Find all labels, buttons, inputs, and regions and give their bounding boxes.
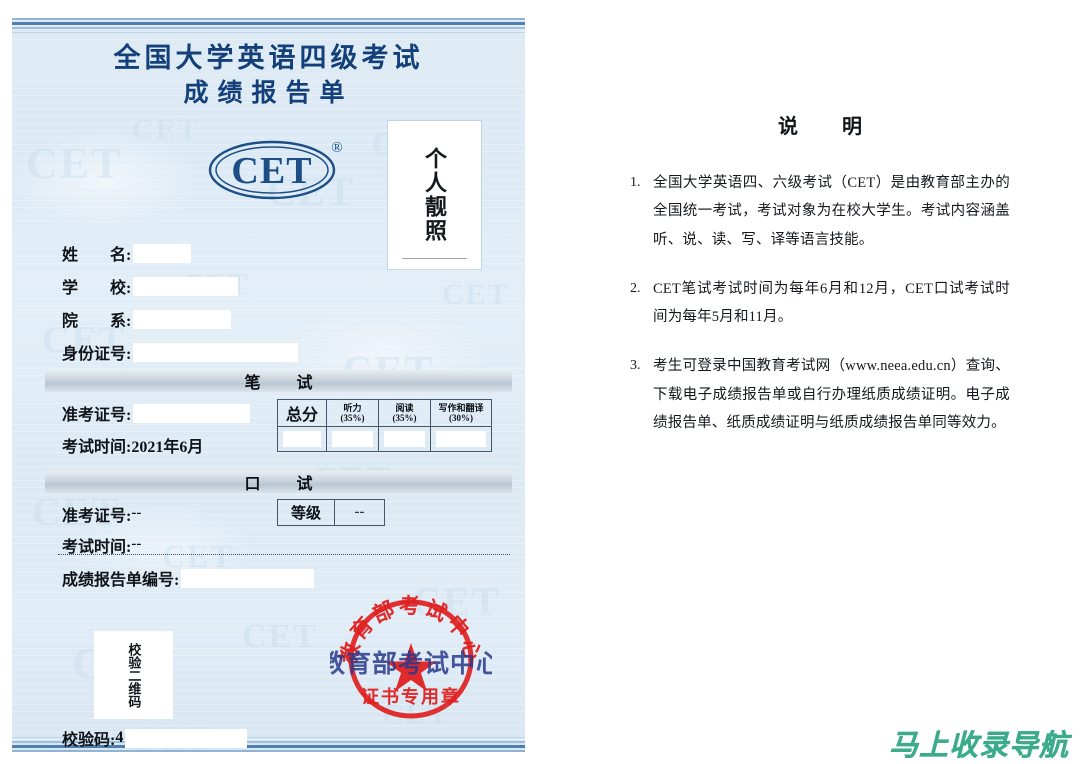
id-number-field-row: 身份证号: [62, 339, 482, 365]
score-value-reading [378, 426, 431, 452]
site-watermark: 马上收录导航 [889, 730, 1070, 762]
written-date-row: 考试时间: 2021年6月 [62, 433, 250, 457]
grade-label-cell: 等级 [277, 499, 335, 526]
score-header-reading-weight: (35%) [392, 413, 417, 423]
department-field-row: 院 系: [62, 306, 482, 332]
written-ticket-row: 准考证号: [62, 401, 251, 425]
svg-text:®: ® [331, 140, 342, 156]
name-field-row: 姓 名: [62, 240, 482, 266]
identity-fields: 姓 名: 学 校: 院 系: 身份证号: [62, 240, 482, 372]
oral-date-label: 考试时间: [62, 538, 132, 556]
explanation-item-text: CET笔试考试时间为每年6月和12月，CET口试考试时间为每年5月和11月。 [653, 280, 1010, 326]
written-score-table: 总分 听力 (35%) 阅读 (35%) 写作和翻译 (30%) [277, 399, 492, 452]
id-number-field-label: 身份证号: [62, 346, 132, 363]
explanation-item-text: 全国大学英语四、六级考试（CET）是由教育部主办的全国统一考试，考试对象为在校大… [653, 175, 1010, 248]
grade-value-cell: -- [334, 499, 385, 526]
score-header-reading-name: 阅读 [395, 402, 414, 413]
id-number-field-value-redacted [133, 342, 299, 362]
verify-code-value: 4 [115, 729, 124, 746]
score-value-listening [326, 426, 379, 452]
department-field-label: 院 系: [62, 313, 132, 330]
score-header-listening: 听力 (35%) [326, 399, 379, 427]
score-table-header-row: 总分 听力 (35%) 阅读 (35%) 写作和翻译 (30%) [277, 399, 492, 427]
page-root: CETCETCETCETCETCETCETCETCETCETCETCETCETC… [0, 0, 1080, 764]
score-header-writing-name: 写作和翻译 [438, 402, 484, 413]
score-value-writing-redacted [436, 431, 486, 447]
score-header-total: 总分 [277, 399, 327, 427]
explanation-item: 1. 全国大学英语四、六级考试（CET）是由教育部主办的全国统一考试，考试对象为在… [630, 169, 1010, 254]
certificate-title-line2: 成绩报告单 [183, 79, 354, 107]
oral-date-value: -- [131, 536, 142, 552]
official-seal-stamp: 教育部考试中心 证书专用章 教育部考试中心 [330, 593, 492, 726]
name-field-value-redacted [133, 243, 192, 263]
score-value-reading-redacted [384, 431, 425, 447]
name-field-label: 姓 名: [62, 247, 132, 264]
report-number-row: 成绩报告单编号: [62, 566, 315, 590]
score-header-listening-weight: (35%) [340, 413, 365, 423]
score-value-total-redacted [283, 431, 321, 447]
explanation-item-number: 2. [630, 280, 641, 296]
certificate-title-line1: 全国大学英语四级考试 [113, 43, 424, 73]
score-header-reading: 阅读 (35%) [378, 399, 431, 427]
explanation-title: 说 明 [778, 116, 874, 138]
cet-score-report-card: CETCETCETCETCETCETCETCETCETCETCETCETCETC… [12, 18, 525, 752]
photo-placeholder-label: 个人靓照 [422, 147, 448, 243]
oral-ticket-label: 准考证号: [62, 507, 132, 525]
svg-text:证书专用章: 证书专用章 [361, 686, 461, 707]
score-header-writing-weight: (30%) [449, 413, 473, 423]
verification-qr-label: 校验二维码 [126, 642, 142, 708]
school-field-row: 学 校: [62, 273, 482, 299]
score-header-writing: 写作和翻译 (30%) [430, 399, 492, 427]
written-ticket-label: 准考证号: [62, 407, 132, 424]
verification-qr-placeholder: 校验二维码 [94, 631, 173, 719]
oral-exam-section-label: 口 试 [244, 476, 323, 493]
certificate-title-block: 全国大学英语四级考试 成绩报告单 [12, 42, 525, 110]
explanation-item-number: 3. [630, 358, 641, 374]
cet-logo-icon: CET ® [200, 130, 360, 202]
explanation-item: 2. CET笔试考试时间为每年6月和12月，CET口试考试时间为每年5月和11月。 [630, 275, 1010, 332]
grade-table-row: 等级 -- [277, 499, 385, 526]
svg-text:CET: CET [231, 150, 312, 192]
school-field-label: 学 校: [62, 280, 132, 297]
report-number-label: 成绩报告单编号: [62, 572, 180, 589]
verify-code-row: 校验码: 4 [62, 726, 248, 750]
department-field-value-redacted [133, 309, 232, 329]
verify-code-value-redacted [125, 728, 248, 748]
explanation-item: 3. 考生可登录中国教育考试网（www.neea.edu.cn）查询、下载电子成绩… [630, 352, 1010, 437]
explanation-item-list: 1. 全国大学英语四、六级考试（CET）是由教育部主办的全国统一考试，考试对象为在… [630, 169, 1010, 437]
school-field-value-redacted [133, 276, 239, 296]
oral-exam-section-header: 口 试 [45, 471, 512, 493]
explanation-item-number: 1. [630, 175, 641, 190]
svg-text:教育部考试中心: 教育部考试中心 [330, 649, 492, 678]
score-header-listening-name: 听力 [343, 402, 362, 413]
written-exam-section-label: 笔 试 [244, 375, 323, 392]
written-exam-details: 准考证号: 考试时间: 2021年6月 [62, 401, 251, 465]
score-value-writing [430, 426, 492, 452]
oral-ticket-value: -- [131, 505, 142, 521]
oral-date-row: 考试时间: -- [62, 533, 141, 556]
score-table-value-row [277, 426, 492, 452]
written-exam-section-header: 笔 试 [45, 370, 512, 392]
written-date-label: 考试时间: [62, 439, 132, 456]
verify-code-label: 校验码: [62, 732, 116, 749]
written-date-value: 2021年6月 [131, 439, 204, 456]
oral-ticket-row: 准考证号: -- [62, 502, 141, 525]
explanation-panel: 说 明 1. 全国大学英语四、六级考试（CET）是由教育部主办的全国统一考试，考试… [630, 110, 1010, 458]
oral-grade-table: 等级 -- [277, 499, 385, 526]
written-ticket-value-redacted [133, 403, 251, 423]
report-number-value-redacted [181, 568, 315, 588]
explanation-item-text: 考生可登录中国教育考试网（www.neea.edu.cn）查询、下载电子成绩报告… [653, 358, 1010, 431]
score-value-listening-redacted [332, 431, 373, 447]
dotted-separator [58, 554, 510, 555]
score-value-total [277, 426, 327, 452]
